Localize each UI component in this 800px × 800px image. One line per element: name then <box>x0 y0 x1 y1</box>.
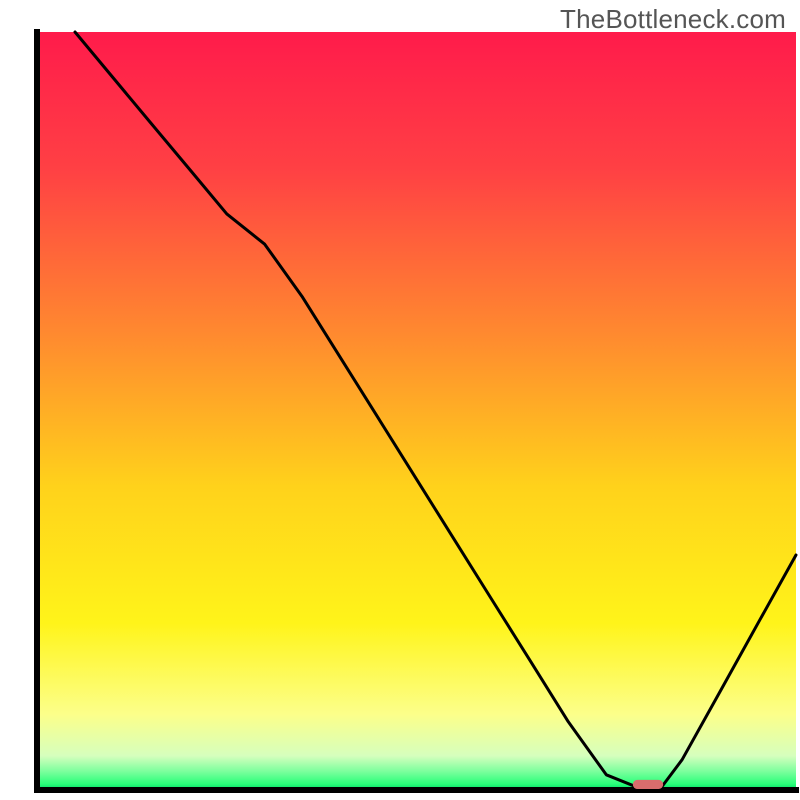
site-watermark: TheBottleneck.com <box>560 4 786 35</box>
chart-container: TheBottleneck.com <box>0 0 800 800</box>
plot-gradient <box>37 32 796 790</box>
bottleneck-chart <box>0 0 800 800</box>
optimal-marker <box>633 780 663 789</box>
